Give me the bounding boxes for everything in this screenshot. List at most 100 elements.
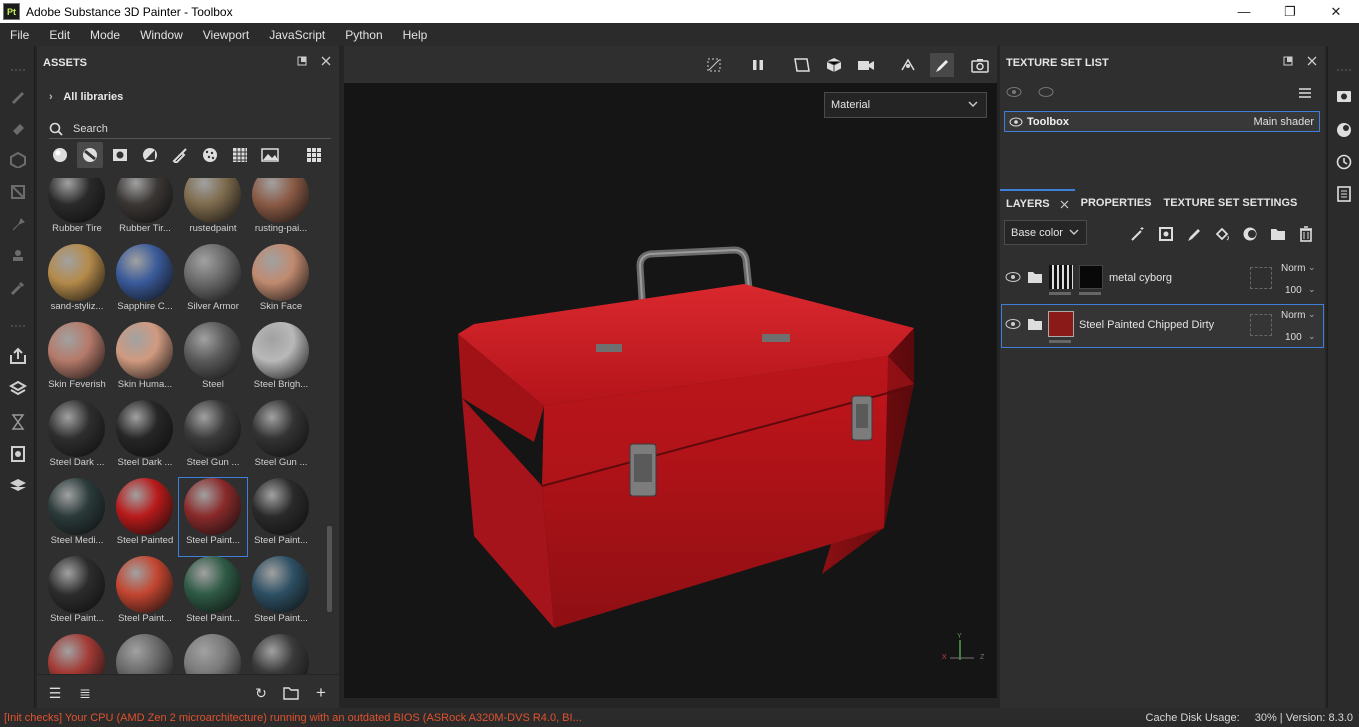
undock-icon[interactable]: [1283, 56, 1293, 66]
generators-filter-icon[interactable]: [137, 142, 163, 168]
asset-item[interactable]: Steel Brigh...: [247, 322, 315, 400]
asset-item[interactable]: [247, 634, 315, 674]
selection-mode-icon[interactable]: [790, 53, 814, 77]
menu-file[interactable]: File: [0, 28, 39, 42]
history-icon[interactable]: [1334, 152, 1354, 172]
channel-dropdown[interactable]: Base color: [1004, 220, 1087, 245]
menu-viewport[interactable]: Viewport: [193, 28, 259, 42]
list-view-icon[interactable]: ☰: [47, 685, 63, 701]
layer-row-selected[interactable]: Steel Painted Chipped Dirty Norm ⌄ 100 ⌄: [1001, 304, 1324, 348]
paint-mode-icon[interactable]: [930, 53, 954, 77]
add-icon[interactable]: +: [313, 683, 329, 702]
hourglass-icon[interactable]: [8, 412, 28, 432]
undock-icon[interactable]: [297, 56, 307, 66]
asset-item[interactable]: Steel Gun ...: [179, 400, 247, 478]
shader-name[interactable]: Main shader: [1253, 116, 1314, 128]
grid-view-icon[interactable]: [301, 142, 327, 168]
eraser-icon[interactable]: [8, 118, 28, 138]
asset-item[interactable]: Steel: [179, 322, 247, 400]
maximize-button[interactable]: ❐: [1267, 0, 1313, 23]
close-panel-icon[interactable]: [1307, 56, 1317, 66]
layer-visibility-icon[interactable]: [1005, 271, 1021, 283]
texture-set-row[interactable]: Toolbox Main shader: [1004, 111, 1320, 132]
brushes-filter-icon[interactable]: [167, 142, 193, 168]
asset-item[interactable]: rustedpaint: [179, 178, 247, 244]
export-icon[interactable]: [8, 346, 28, 366]
materials-filter-icon[interactable]: [47, 142, 73, 168]
magic-wand-icon[interactable]: [1128, 224, 1148, 244]
layer-visibility-icon[interactable]: [1005, 318, 1021, 330]
add-paint-layer-icon[interactable]: [1184, 224, 1204, 244]
menu-help[interactable]: Help: [393, 28, 438, 42]
solo-icon[interactable]: [1038, 86, 1054, 98]
asset-item[interactable]: Steel Dark ...: [43, 400, 111, 478]
layer-blend-mode[interactable]: Norm: [1281, 310, 1305, 321]
viewport-3d[interactable]: Material Y X Z: [344, 46, 997, 698]
asset-item[interactable]: Steel Paint...: [111, 556, 179, 634]
folder-icon[interactable]: [283, 685, 299, 701]
asset-item[interactable]: Steel Paint...: [179, 556, 247, 634]
visibility-toggle-icon[interactable]: [1006, 86, 1022, 98]
search-input[interactable]: Search: [73, 123, 108, 135]
asset-item[interactable]: Rubber Tir...: [111, 178, 179, 244]
tab-layers[interactable]: LAYERS: [1000, 189, 1075, 217]
asset-item[interactable]: Skin Huma...: [111, 322, 179, 400]
texture-set-menu-icon[interactable]: [1298, 86, 1312, 100]
asset-item[interactable]: Steel Paint...: [43, 556, 111, 634]
procedurals-filter-icon[interactable]: [227, 142, 253, 168]
menu-mode[interactable]: Mode: [80, 28, 130, 42]
filter-list-icon[interactable]: ≣: [77, 685, 93, 701]
bake-icon[interactable]: [8, 380, 28, 400]
menu-window[interactable]: Window: [130, 28, 193, 42]
masks-filter-icon[interactable]: [107, 142, 133, 168]
layer-row[interactable]: metal cyborg Norm ⌄ 100 ⌄: [1001, 257, 1324, 301]
shader-settings-icon[interactable]: [1334, 120, 1354, 140]
symmetry-icon[interactable]: [896, 53, 920, 77]
log-icon[interactable]: [1334, 184, 1354, 204]
asset-item[interactable]: rusting-pai...: [247, 178, 315, 244]
layer-name[interactable]: Steel Painted Chipped Dirty: [1079, 319, 1214, 331]
alphas-filter-icon[interactable]: [197, 142, 223, 168]
assets-search[interactable]: Search: [49, 119, 331, 139]
camera-icon[interactable]: [854, 53, 878, 77]
paint-brush-icon[interactable]: [8, 86, 28, 106]
tab-properties[interactable]: PROPERTIES: [1075, 189, 1158, 217]
color-picker-icon[interactable]: [8, 278, 28, 298]
layer-opacity[interactable]: 100: [1285, 332, 1302, 343]
environments-filter-icon[interactable]: [257, 142, 283, 168]
search-doc-icon[interactable]: [8, 444, 28, 464]
add-effect-icon[interactable]: [1156, 224, 1176, 244]
asset-item[interactable]: Skin Feverish: [43, 322, 111, 400]
asset-item[interactable]: Steel Gun ...: [247, 400, 315, 478]
minimize-button[interactable]: —: [1221, 0, 1267, 23]
asset-item[interactable]: [179, 634, 247, 674]
viewport-mode-dropdown[interactable]: Material: [824, 92, 987, 118]
cube-view-icon[interactable]: [822, 53, 846, 77]
menu-edit[interactable]: Edit: [39, 28, 80, 42]
asset-item[interactable]: Steel Paint...: [247, 556, 315, 634]
status-warning[interactable]: [Init checks] Your CPU (AMD Zen 2 microa…: [4, 712, 582, 724]
asset-item[interactable]: sand-styliz...: [43, 244, 111, 322]
add-mask-icon[interactable]: [1240, 224, 1260, 244]
asset-item[interactable]: Rubber Tire: [43, 178, 111, 244]
asset-item[interactable]: Skin Face: [247, 244, 315, 322]
layer-blend-mode[interactable]: Norm: [1281, 263, 1305, 274]
asset-item[interactable]: Steel Dark ...: [111, 400, 179, 478]
projection-icon[interactable]: [8, 150, 28, 170]
smudge-icon[interactable]: [8, 214, 28, 234]
screenshot-icon[interactable]: [968, 53, 992, 77]
smart-materials-filter-icon[interactable]: [77, 142, 103, 168]
menu-python[interactable]: Python: [335, 28, 392, 42]
asset-item[interactable]: Steel Painted: [111, 478, 179, 556]
close-tab-icon[interactable]: [1060, 200, 1069, 209]
pause-icon[interactable]: [746, 53, 770, 77]
assets-scrollbar[interactable]: [327, 526, 332, 612]
display-settings-icon[interactable]: [8, 476, 28, 496]
asset-item[interactable]: [43, 634, 111, 674]
close-panel-icon[interactable]: [321, 56, 331, 66]
layer-opacity[interactable]: 100: [1285, 285, 1302, 296]
asset-item[interactable]: Sapphire C...: [111, 244, 179, 322]
eye-icon[interactable]: [1009, 117, 1023, 127]
asset-item[interactable]: [111, 634, 179, 674]
tab-texture-set-settings[interactable]: TEXTURE SET SETTINGS: [1158, 189, 1304, 217]
